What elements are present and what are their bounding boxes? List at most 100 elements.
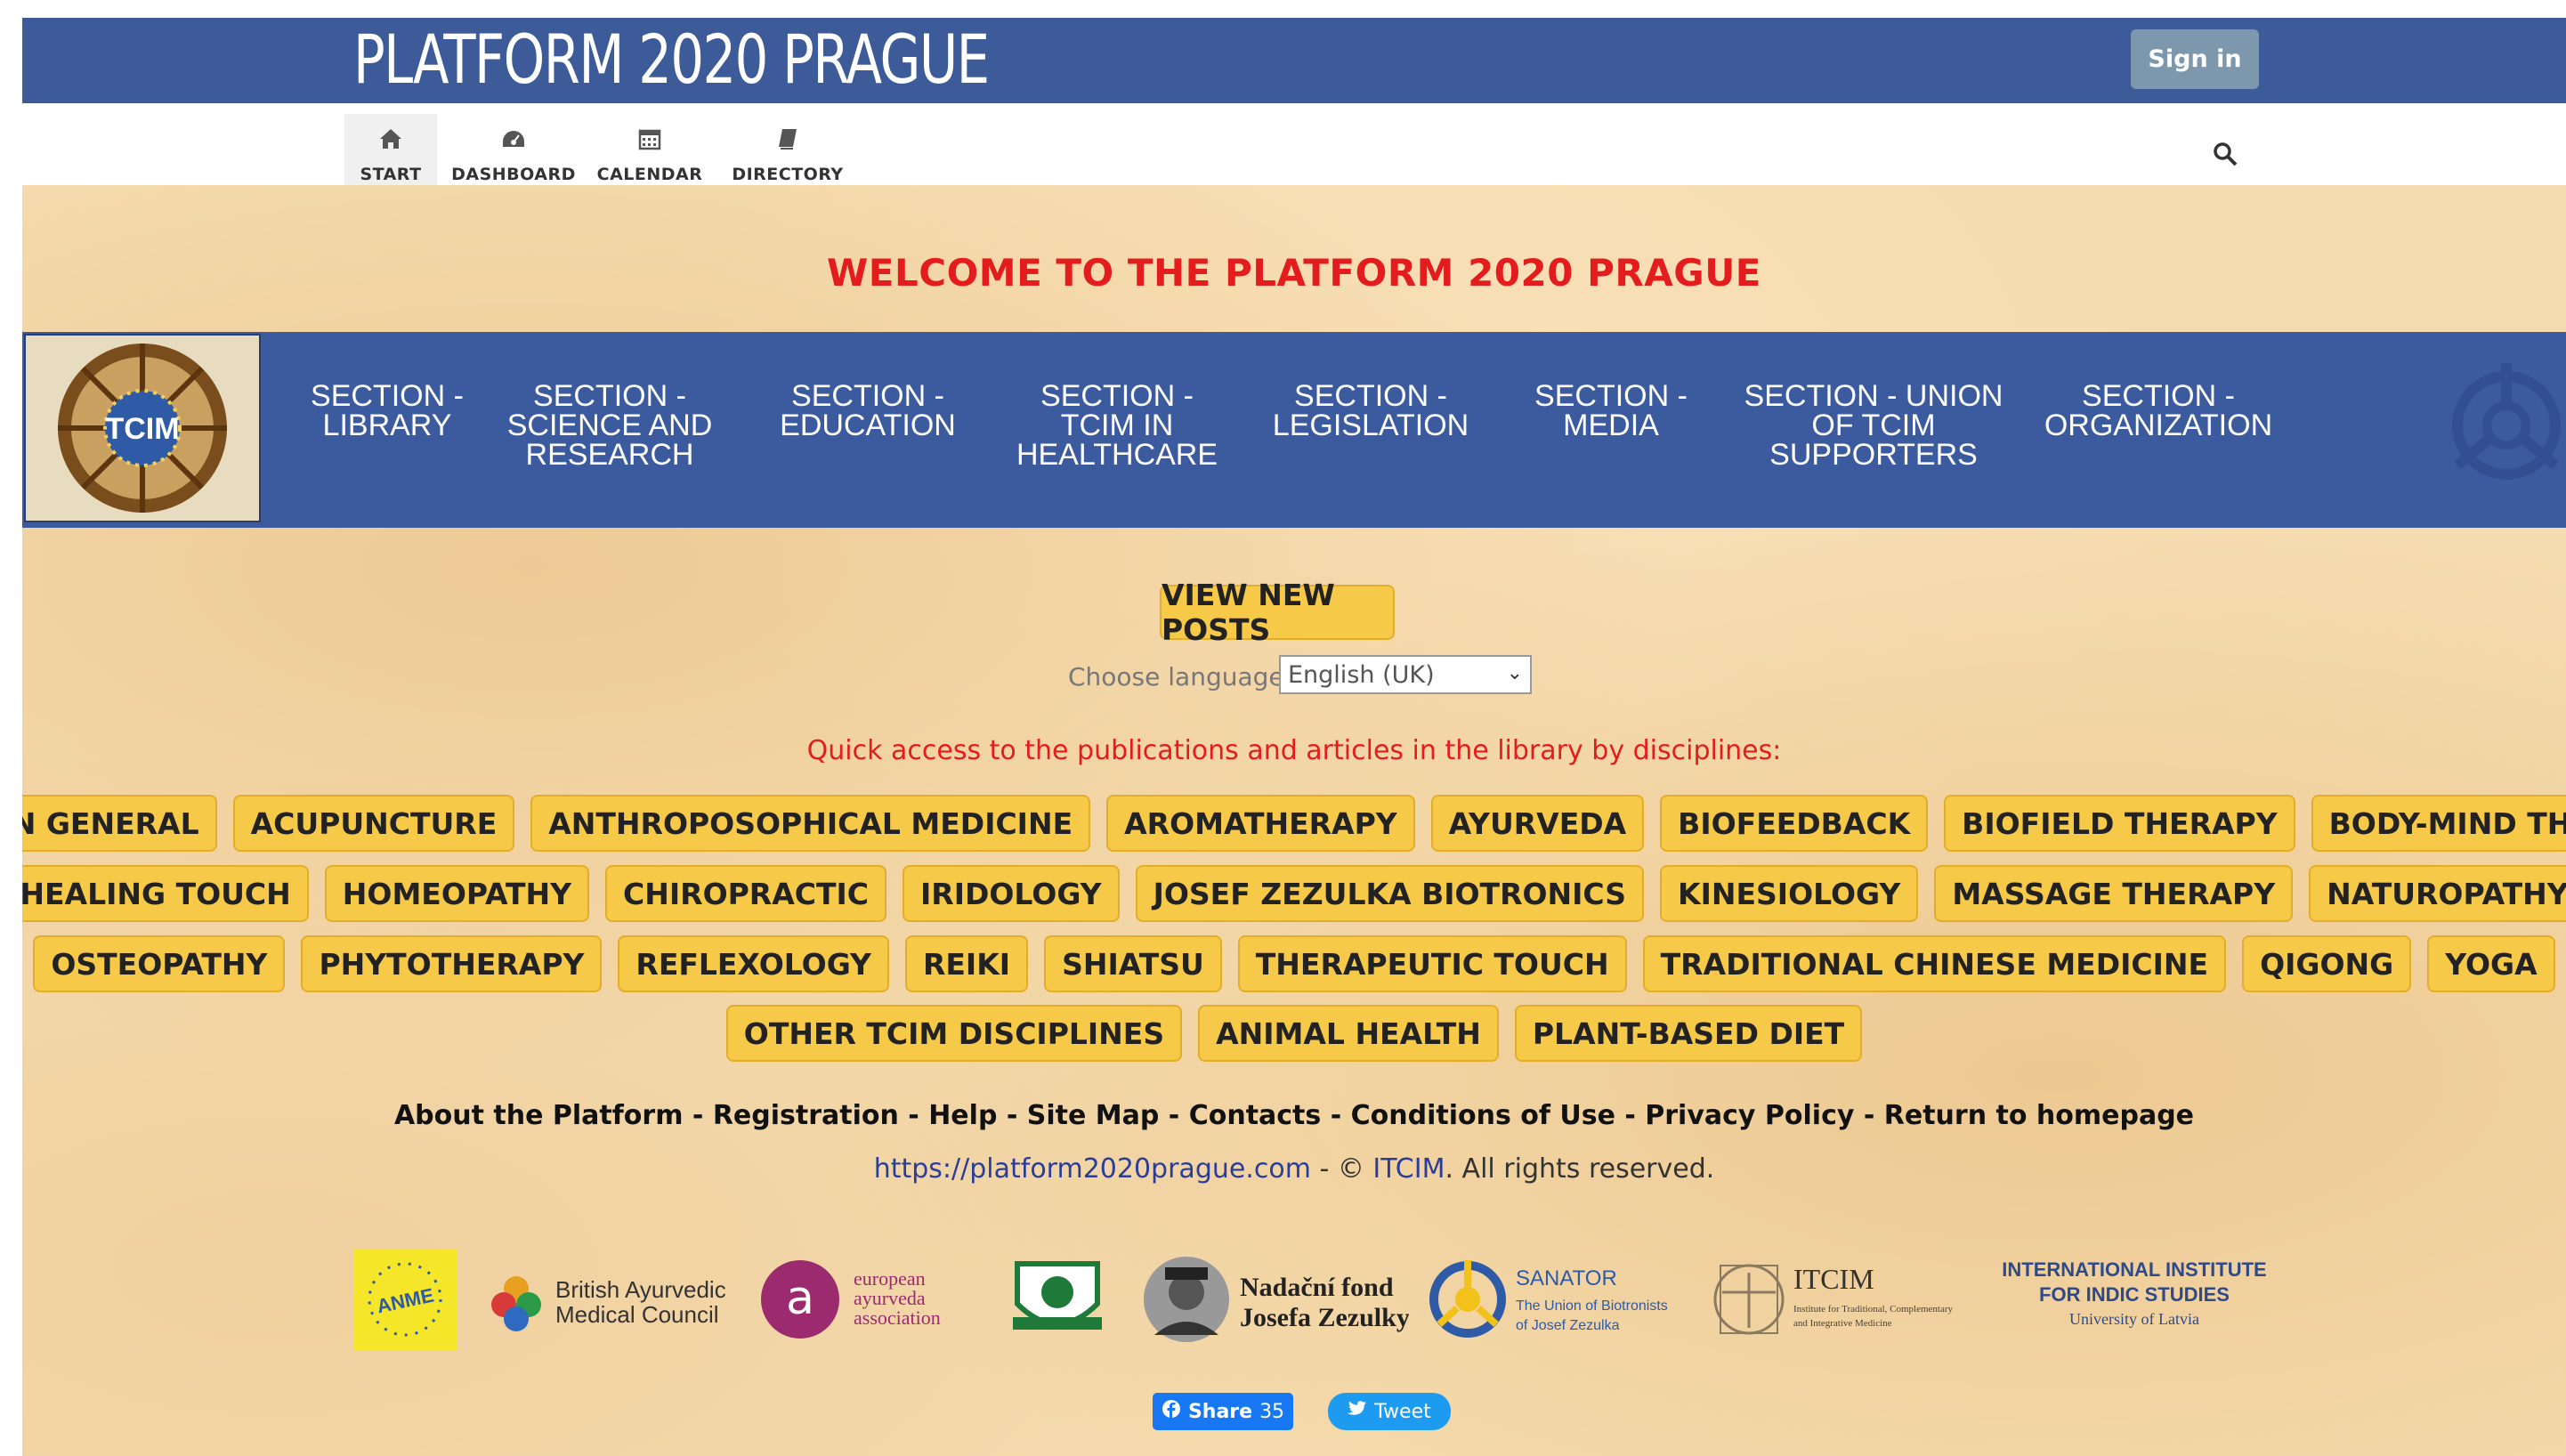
discipline-other-tcim-disciplines[interactable]: OTHER TCIM DISCIPLINES — [725, 1005, 1183, 1062]
british-ayurvedic-logo[interactable]: British Ayurvedic Medical Council — [479, 1246, 737, 1353]
discipline-animal-health[interactable]: ANIMAL HEALTH — [1198, 1005, 1499, 1062]
nf-line2: Josefa Zezulky — [1240, 1303, 1409, 1332]
sanator-line1: SANATOR — [1516, 1266, 1617, 1290]
book-icon — [777, 127, 798, 156]
discipline-phytotherapy[interactable]: PHYTOTHERAPY — [301, 935, 603, 992]
tcim-logo[interactable]: TCIM — [24, 334, 261, 522]
discipline-biofield-therapy[interactable]: BIOFIELD THERAPY — [1944, 795, 2295, 852]
welcome-heading: WELCOME TO THE PLATFORM 2020 PRAGUE — [826, 251, 1761, 295]
discipline-massage-therapy[interactable]: MASSAGE THERAPY — [1934, 865, 2294, 922]
disciplines-row: HEALING TOUCH HOMEOPATHY CHIROPRACTIC IR… — [22, 865, 2566, 922]
discipline-plant-based-diet[interactable]: PLANT-BASED DIET — [1514, 1005, 1863, 1062]
footer-link-registration[interactable]: Registration — [713, 1100, 899, 1131]
discipline-chiropractic[interactable]: CHIROPRACTIC — [605, 865, 886, 922]
quick-access-text: Quick access to the publications and art… — [806, 735, 1782, 766]
eaa-line3: association — [854, 1306, 941, 1329]
calendar-icon — [638, 127, 661, 156]
discipline-yoga[interactable]: YOGA — [2427, 935, 2555, 992]
nav-label: DIRECTORY — [732, 165, 844, 184]
itcim-link[interactable]: ITCIM — [1372, 1153, 1445, 1185]
share-label: Share — [1187, 1400, 1253, 1423]
section-legislation[interactable]: SECTION - LEGISLATION — [1264, 381, 1477, 441]
footer-links: About the Platform - Registration - Help… — [393, 1100, 2195, 1131]
discipline-reflexology[interactable]: REFLEXOLOGY — [618, 935, 889, 992]
sections-bar: TCIM SECTION - LIBRARY SECTION - SCIENCE… — [22, 332, 2566, 528]
footer-link-conditions[interactable]: Conditions of Use — [1351, 1100, 1615, 1131]
discipline-reiki[interactable]: REIKI — [904, 935, 1029, 992]
european-ayurveda-logo[interactable]: a european ayurveda association — [759, 1246, 964, 1353]
itcim-line2: Institute for Traditional, Complementary — [1793, 1304, 1954, 1314]
dashboard-icon — [500, 127, 527, 156]
discipline-body-mind-therapy[interactable]: BODY-MIND THERAPY — [2311, 795, 2566, 852]
discipline-acupuncture[interactable]: ACUPUNCTURE — [232, 795, 515, 852]
section-organization[interactable]: SECTION - ORGANIZATION — [2025, 381, 2292, 441]
home-icon — [378, 127, 403, 156]
discipline-homeopathy[interactable]: HOMEOPATHY — [324, 865, 590, 922]
discipline-therapeutic-touch[interactable]: THERAPEUTIC TOUCH — [1237, 935, 1627, 992]
section-science-and-research[interactable]: SECTION - SCIENCE AND RESEARCH — [503, 381, 716, 470]
twitter-bird-icon — [1348, 1400, 1367, 1423]
discipline-anthroposophical-medicine[interactable]: ANTHROPOSOPHICAL MEDICINE — [530, 795, 1091, 852]
disciplines-row: OTHER TCIM DISCIPLINES ANIMAL HEALTH PLA… — [22, 1005, 2566, 1062]
main-content: WELCOME TO THE PLATFORM 2020 PRAGUE TCIM… — [22, 185, 2566, 1456]
page-frame: PLATFORM 2020 PRAGUE Sign in START DASHB… — [22, 18, 2566, 1456]
discipline-iridology[interactable]: IRIDOLOGY — [903, 865, 1120, 922]
discipline-qigong[interactable]: QIGONG — [2242, 935, 2412, 992]
indic-studies-logo[interactable]: INTERNATIONAL INSTITUTE FOR INDIC STUDIES… — [1992, 1246, 2277, 1353]
partner-logos: ANME British Ayurvedic Medical Council ae… — [354, 1246, 2277, 1353]
discipline-biofeedback[interactable]: BIOFEEDBACK — [1660, 795, 1929, 852]
footer-link-site-map[interactable]: Site Map — [1027, 1100, 1160, 1131]
nav-label: CALENDAR — [596, 165, 703, 184]
site-url-link[interactable]: https://platform2020prague.com — [874, 1153, 1311, 1185]
sanator-logo[interactable]: SANATOR The Union of Biotronists of Josef … — [1427, 1246, 1694, 1353]
search-icon[interactable] — [2212, 141, 2247, 176]
section-education[interactable]: SECTION - EDUCATION — [770, 381, 966, 441]
nav-label: START — [360, 165, 422, 184]
rights-text: . All rights reserved. — [1445, 1153, 1715, 1185]
discipline-aromatherapy[interactable]: AROMATHERAPY — [1106, 795, 1415, 852]
chevron-down-icon: ⌄ — [1506, 662, 1523, 684]
top-header: PLATFORM 2020 PRAGUE Sign in — [22, 18, 2566, 103]
nadacni-fond-logo[interactable]: Nadační fond Josefa Zezulky — [1142, 1246, 1409, 1353]
iiis-line2: FOR INDIC STUDIES — [2039, 1283, 2230, 1306]
iiis-line3: University of Latvia — [2069, 1310, 2199, 1328]
discipline-osteopathy[interactable]: OSTEOPATHY — [33, 935, 286, 992]
footer-link-return-home[interactable]: Return to homepage — [1884, 1100, 2194, 1131]
discipline-ayurveda[interactable]: AYURVEDA — [1430, 795, 1645, 852]
svg-text:a: a — [786, 1272, 814, 1325]
nf-line1: Nadační fond — [1240, 1273, 1394, 1302]
footer-link-about[interactable]: About the Platform — [394, 1100, 684, 1131]
copy-separator: - © — [1310, 1153, 1373, 1185]
footer-link-contacts[interactable]: Contacts — [1189, 1100, 1322, 1131]
anme-logo[interactable]: ANME — [354, 1246, 457, 1353]
facebook-share-button[interactable]: Share 35 — [1153, 1393, 1293, 1430]
itcim-line1: ITCIM — [1793, 1263, 1874, 1295]
share-count: 35 — [1259, 1400, 1285, 1423]
tweet-button[interactable]: Tweet — [1328, 1393, 1451, 1430]
itcim-logo[interactable]: ITCIM Institute for Traditional, Compleme… — [1712, 1246, 1979, 1353]
section-union-of-tcim-supporters[interactable]: SECTION - UNION OF TCIM SUPPORTERS — [1740, 381, 2007, 470]
discipline-tcim-in-general[interactable]: TCIM IN GENERAL — [22, 795, 217, 852]
view-new-posts-button[interactable]: VIEW NEW POSTS — [1160, 578, 1395, 647]
disciplines-row: TCIM IN GENERAL ACUPUNCTURE ANTHROPOSOPH… — [22, 795, 2566, 852]
footer-link-help[interactable]: Help — [928, 1100, 997, 1131]
discipline-traditional-chinese-medicine[interactable]: TRADITIONAL CHINESE MEDICINE — [1642, 935, 2227, 992]
sanator-line2: The Union of Biotronists — [1516, 1298, 1668, 1314]
itcim-line3: and Integrative Medicine — [1793, 1318, 1892, 1329]
section-library[interactable]: SECTION - LIBRARY — [289, 381, 485, 441]
green-emblem-logo[interactable] — [1004, 1246, 1111, 1353]
discipline-healing-touch[interactable]: HEALING TOUCH — [22, 865, 309, 922]
sanator-line3: of Josef Zezulka — [1516, 1318, 1620, 1333]
discipline-kinesiology[interactable]: KINESIOLOGY — [1660, 865, 1919, 922]
section-media[interactable]: SECTION - MEDIA — [1526, 381, 1696, 441]
site-title[interactable]: PLATFORM 2020 PRAGUE — [353, 21, 990, 98]
discipline-josef-zezulka-biotronics[interactable]: JOSEF ZEZULKA BIOTRONICS — [1135, 865, 1645, 922]
sign-in-button[interactable]: Sign in — [2131, 29, 2259, 89]
discipline-shiatsu[interactable]: SHIATSU — [1044, 935, 1222, 992]
language-select[interactable]: English (UK) ⌄ — [1279, 655, 1532, 694]
discipline-naturopathy[interactable]: NATUROPATHY — [2309, 865, 2566, 922]
footer-link-privacy[interactable]: Privacy Policy — [1645, 1100, 1854, 1131]
footer-copyright: https://platform2020prague.com - © ITCIM… — [22, 1153, 2566, 1185]
section-tcim-in-healthcare[interactable]: SECTION - TCIM IN HEALTHCARE — [1010, 381, 1224, 470]
tweet-label: Tweet — [1374, 1400, 1431, 1423]
